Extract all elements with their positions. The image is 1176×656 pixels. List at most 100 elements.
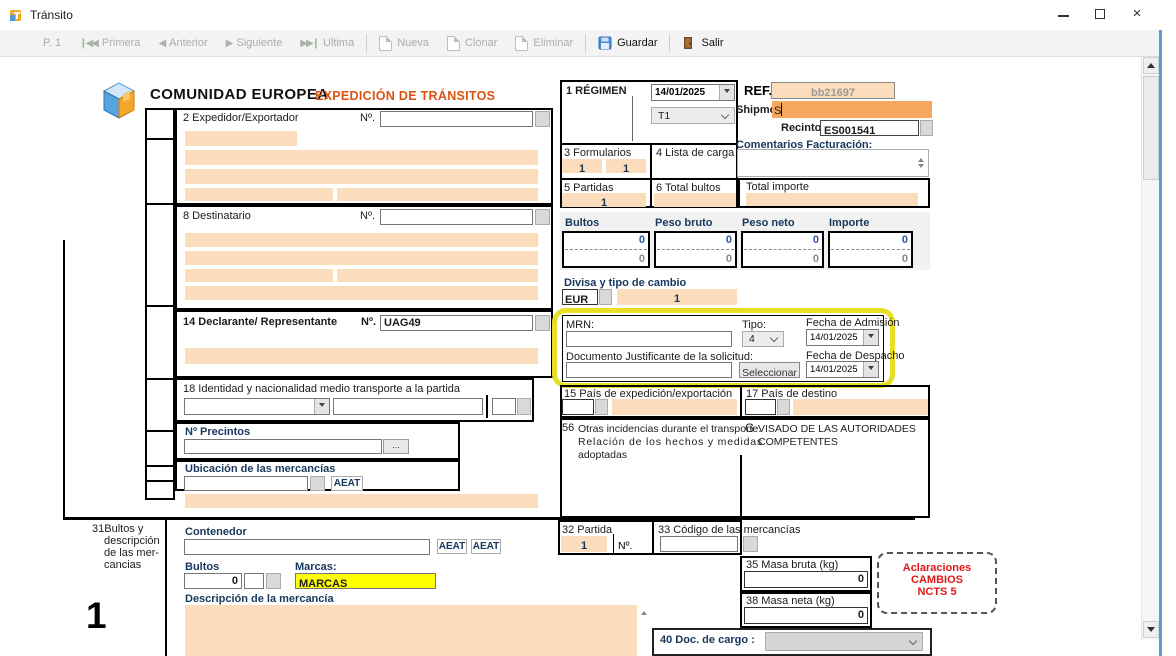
regimen-date-combo[interactable]: 14/01/2025 <box>651 84 735 101</box>
destinatario-lookup-box[interactable] <box>535 209 550 225</box>
close-button[interactable]: × <box>1120 0 1154 28</box>
divisa-lookup-box[interactable] <box>599 289 612 305</box>
transporte-input[interactable] <box>333 398 483 415</box>
clone-record-button[interactable]: Clonar <box>438 30 506 56</box>
pais-destino-lookup-box[interactable] <box>777 399 790 415</box>
minimize-button[interactable] <box>1048 0 1078 28</box>
first-record-button[interactable]: ❙◀◀ Primera <box>70 30 149 56</box>
maximize-button[interactable] <box>1085 0 1115 28</box>
vertical-scrollbar[interactable] <box>1141 57 1159 640</box>
ubicacion-aeat-button[interactable]: AEAT <box>331 476 363 491</box>
divisa-moneda-field[interactable]: EUR <box>562 289 598 305</box>
recinto-lookup-box[interactable] <box>920 120 933 136</box>
declarante-no-input[interactable]: UAG49 <box>380 315 533 331</box>
comentarios-textarea[interactable] <box>737 149 929 177</box>
ubicacion-input[interactable] <box>184 476 308 491</box>
save-button[interactable]: Guardar <box>589 30 666 56</box>
scroll-up-icon[interactable] <box>918 155 924 162</box>
scrollbar-thumb[interactable] <box>1143 76 1159 180</box>
contenedor-aeat-button-1[interactable]: AEAT <box>437 539 467 554</box>
regimen-tipo-combo[interactable]: T1 <box>651 107 735 124</box>
formularios-field-2[interactable]: 1 <box>606 159 646 173</box>
side-column-divider <box>147 305 173 307</box>
transporte-combo[interactable] <box>184 398 330 415</box>
exit-button[interactable]: Salir <box>673 30 732 56</box>
regimen-inner-divider <box>632 96 633 141</box>
ubicacion-field[interactable] <box>185 494 538 508</box>
bultos-tipo-input[interactable] <box>244 573 264 589</box>
total-bultos-field[interactable] <box>654 193 736 207</box>
pais-expedicion-lookup-box[interactable] <box>595 399 608 415</box>
previous-record-button[interactable]: ◀ Anterior <box>149 30 216 56</box>
bultos-lookup-box[interactable] <box>266 573 281 589</box>
transporte-lookup-box[interactable] <box>517 398 531 415</box>
contenedor-aeat-button-2[interactable]: AEAT <box>471 539 501 554</box>
bottom-left-border <box>165 517 167 656</box>
totales-peso-bruto-box: 0 0 <box>654 231 737 268</box>
scrollbar-up-button[interactable] <box>1143 57 1159 74</box>
divisa-cambio-field[interactable]: 1 <box>617 289 737 305</box>
expedidor-field[interactable] <box>337 188 538 201</box>
expedidor-field[interactable] <box>185 188 333 201</box>
destinatario-field[interactable] <box>185 251 538 265</box>
expedidor-field[interactable] <box>185 150 538 165</box>
expedidor-field[interactable] <box>185 169 538 184</box>
next-record-button[interactable]: ▶ Siguiente <box>217 30 292 56</box>
marcas-field[interactable]: MARCAS <box>295 573 436 589</box>
scroll-down-icon[interactable] <box>918 164 924 171</box>
scroll-down-icon <box>1147 627 1155 636</box>
contenedor-input[interactable] <box>184 539 430 555</box>
descripcion-scroll-up-icon[interactable] <box>641 608 647 615</box>
delete-document-icon <box>515 36 528 51</box>
last-record-button[interactable]: ▶▶❙ Ultima <box>291 30 363 56</box>
pais-expedicion-input[interactable] <box>562 399 594 415</box>
dropdown-arrow-icon[interactable] <box>314 399 329 414</box>
fecha-despacho-combo[interactable]: 14/01/2025 <box>806 361 879 378</box>
precintos-browse-button[interactable]: ... <box>383 439 409 454</box>
codigo33-lookup-box[interactable] <box>743 536 758 552</box>
expedidor-field[interactable] <box>185 131 297 146</box>
pais-destino-input[interactable] <box>745 399 776 415</box>
minimize-icon <box>1058 15 1069 17</box>
recinto-field[interactable]: ES001541 <box>820 120 919 136</box>
expedidor-no-input[interactable] <box>380 111 533 127</box>
partidas-field[interactable]: 1 <box>562 193 646 207</box>
declarante-field[interactable] <box>185 348 538 364</box>
pais-expedicion-field[interactable] <box>612 399 737 415</box>
scrollbar-down-button[interactable] <box>1143 621 1159 638</box>
delete-record-button[interactable]: Eliminar <box>506 30 582 56</box>
text-cursor <box>781 103 782 116</box>
expedidor-lookup-box[interactable] <box>535 111 550 127</box>
mrn-tipo-combo[interactable]: 4 <box>742 331 784 347</box>
destinatario-no-input[interactable] <box>380 209 533 225</box>
dropdown-arrow-icon[interactable] <box>863 330 878 345</box>
new-record-button[interactable]: Nueva <box>370 30 438 56</box>
fecha-admision-combo[interactable]: 14/01/2025 <box>806 329 879 346</box>
codigo33-input[interactable] <box>660 536 738 552</box>
destinatario-field[interactable] <box>337 269 538 282</box>
declarante-lookup-box[interactable] <box>535 315 550 331</box>
mrn-input[interactable] <box>566 331 732 347</box>
formularios-field-1[interactable]: 1 <box>562 159 602 173</box>
dropdown-arrow-icon[interactable] <box>719 85 734 100</box>
masa-neta-input[interactable]: 0 <box>744 607 868 624</box>
bultos-input[interactable]: 0 <box>184 573 242 589</box>
transporte-nationality-input[interactable] <box>492 398 516 415</box>
masa-bruta-title: 35 Masa bruta (kg) <box>746 559 838 571</box>
doc-cargo-combo[interactable] <box>765 632 923 651</box>
dropdown-arrow-icon[interactable] <box>863 362 878 377</box>
save-icon <box>598 36 612 50</box>
ref-field[interactable]: bb21697 <box>771 82 895 99</box>
shipment-field[interactable]: S <box>772 101 932 118</box>
seleccionar-button[interactable]: Seleccionar <box>739 362 800 378</box>
masa-bruta-input[interactable]: 0 <box>744 571 868 588</box>
doc-justificante-input[interactable] <box>566 362 732 378</box>
destinatario-field[interactable] <box>185 269 333 282</box>
descripcion-textarea[interactable] <box>185 605 637 656</box>
pais-destino-field[interactable] <box>793 399 928 415</box>
precintos-input[interactable] <box>184 439 382 454</box>
destinatario-field[interactable] <box>185 286 538 300</box>
ubicacion-lookup-box[interactable] <box>310 476 325 491</box>
total-importe-field[interactable] <box>746 193 918 206</box>
destinatario-field[interactable] <box>185 233 538 247</box>
